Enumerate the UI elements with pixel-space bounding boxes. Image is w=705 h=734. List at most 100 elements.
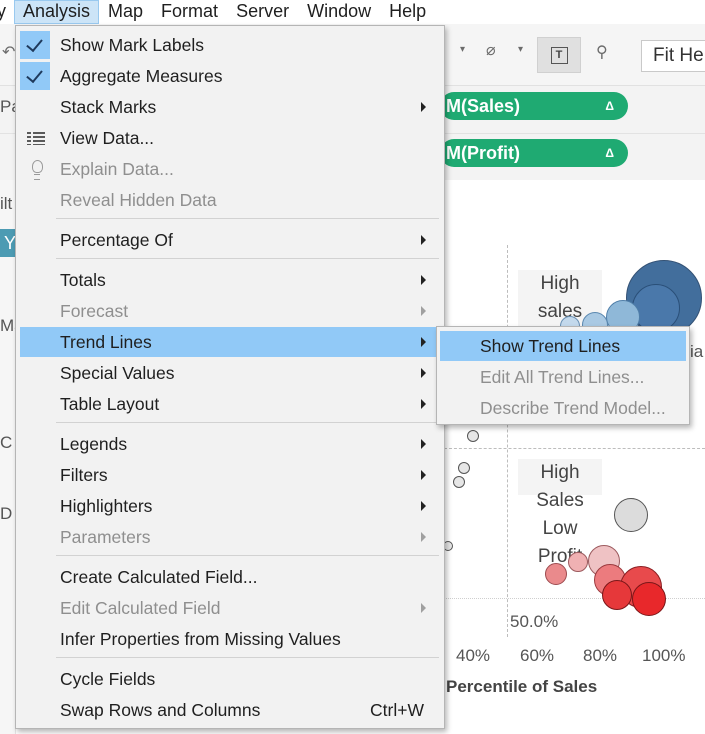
menu-label: Show Trend Lines xyxy=(480,336,621,356)
menu-label: Show Mark Labels xyxy=(60,35,204,55)
sales-pill[interactable]: M(Sales) Δ xyxy=(440,92,628,120)
submenu-arrow-icon xyxy=(421,439,426,449)
menu-bar: y Analysis Map Format Server Window Help xyxy=(0,0,705,24)
menu-label: Totals xyxy=(60,270,106,290)
menu-label: Parameters xyxy=(60,527,151,547)
menu-label: Highlighters xyxy=(60,496,153,516)
menu-item-map[interactable]: Map xyxy=(99,0,152,24)
menu-aggregate-measures[interactable]: Aggregate Measures xyxy=(20,61,440,91)
menu-item-window[interactable]: Window xyxy=(298,0,380,24)
menu-legends[interactable]: Legends xyxy=(20,429,440,459)
check-icon xyxy=(20,31,50,59)
menu-label: Trend Lines xyxy=(60,332,152,352)
menu-edit-calculated-field: Edit Calculated Field xyxy=(20,593,440,623)
table-icon xyxy=(27,132,45,145)
menu-trend-lines[interactable]: Trend Lines xyxy=(20,327,440,357)
menu-forecast: Forecast xyxy=(20,296,440,326)
clipped-label: ia xyxy=(690,342,704,361)
data-bubble[interactable] xyxy=(632,284,680,332)
menu-infer-properties[interactable]: Infer Properties from Missing Values xyxy=(20,624,440,654)
data-bubble[interactable] xyxy=(467,430,479,442)
x-axis-title: Percentile of Sales xyxy=(446,677,598,696)
menu-create-calculated-field[interactable]: Create Calculated Field... xyxy=(20,562,440,592)
reference-line-horizontal xyxy=(444,448,705,449)
menu-separator xyxy=(56,555,439,556)
menu-special-values[interactable]: Special Values xyxy=(20,358,440,388)
menu-item-query[interactable]: y xyxy=(0,0,14,24)
menu-separator xyxy=(56,657,439,658)
menu-label: Stack Marks xyxy=(60,97,157,117)
data-bubble[interactable] xyxy=(453,476,465,488)
submenu-arrow-icon xyxy=(421,337,426,347)
submenu-arrow-icon xyxy=(421,306,426,316)
profit-pill[interactable]: M(Profit) Δ xyxy=(440,139,628,167)
menu-item-help[interactable]: Help xyxy=(380,0,435,24)
data-bubble[interactable] xyxy=(568,552,588,572)
submenu-arrow-icon xyxy=(421,235,426,245)
detail-label: D xyxy=(0,504,13,523)
submenu-arrow-icon xyxy=(421,275,426,285)
x-tick-label: 100% xyxy=(642,646,686,665)
submenu-arrow-icon xyxy=(421,368,426,378)
menu-label: Forecast xyxy=(60,301,129,321)
menu-stack-marks[interactable]: Stack Marks xyxy=(20,92,440,122)
menu-percentage-of[interactable]: Percentage Of xyxy=(20,225,440,255)
menu-filters[interactable]: Filters xyxy=(20,460,440,490)
lightbulb-icon xyxy=(32,160,43,180)
submenu-edit-all-trend-lines: Edit All Trend Lines... xyxy=(440,362,686,392)
color-label: C xyxy=(0,433,13,452)
trend-lines-submenu: Show Trend Lines Edit All Trend Lines...… xyxy=(436,326,690,425)
menu-totals[interactable]: Totals xyxy=(20,265,440,295)
menu-separator xyxy=(56,218,439,219)
data-bubble[interactable] xyxy=(458,462,470,474)
menu-show-mark-labels[interactable]: Show Mark Labels xyxy=(20,30,440,60)
menu-item-server[interactable]: Server xyxy=(227,0,298,24)
filters-label: ilt xyxy=(0,194,13,213)
undo-icon[interactable]: ↶ xyxy=(2,42,15,62)
delta-icon: Δ xyxy=(605,146,614,160)
paperclip-icon[interactable]: ⌀ xyxy=(486,40,496,60)
menu-cycle-fields[interactable]: Cycle Fields xyxy=(20,664,440,694)
menu-table-layout[interactable]: Table Layout xyxy=(20,389,440,419)
menu-label: Infer Properties from Missing Values xyxy=(60,629,341,649)
pin-icon[interactable]: ⚲ xyxy=(596,42,608,62)
text-label-icon: T xyxy=(550,46,568,64)
reference-value-label: 50.0% xyxy=(510,612,559,631)
menu-label: Filters xyxy=(60,465,108,485)
menu-highlighters[interactable]: Highlighters xyxy=(20,491,440,521)
menu-label: Swap Rows and Columns xyxy=(60,700,261,720)
menu-view-data[interactable]: View Data... xyxy=(20,123,440,153)
menu-separator xyxy=(56,258,439,259)
chevron-down-icon[interactable]: ▾ xyxy=(460,44,465,55)
menu-label: Legends xyxy=(60,434,128,454)
submenu-arrow-icon xyxy=(421,532,426,542)
menu-label: Table Layout xyxy=(60,394,160,414)
submenu-show-trend-lines[interactable]: Show Trend Lines xyxy=(440,331,686,361)
submenu-arrow-icon xyxy=(421,102,426,112)
menu-item-format[interactable]: Format xyxy=(152,0,227,24)
shortcut-label: Ctrl+W xyxy=(370,700,424,720)
submenu-arrow-icon xyxy=(421,470,426,480)
analysis-menu: Show Mark Labels Aggregate Measures Stac… xyxy=(15,25,445,729)
menu-label: Create Calculated Field... xyxy=(60,567,258,587)
menu-label: Special Values xyxy=(60,363,175,383)
menu-label: Percentage Of xyxy=(60,230,173,250)
data-bubble[interactable] xyxy=(545,563,567,585)
submenu-arrow-icon xyxy=(421,603,426,613)
menu-swap-rows-columns[interactable]: Swap Rows and Columns Ctrl+W xyxy=(20,695,440,725)
show-labels-button[interactable]: T xyxy=(537,37,581,73)
submenu-describe-trend-model: Describe Trend Model... xyxy=(440,393,686,423)
data-bubble[interactable] xyxy=(614,498,648,532)
menu-label: Edit Calculated Field xyxy=(60,598,221,618)
data-bubble[interactable] xyxy=(632,582,666,616)
menu-label: Cycle Fields xyxy=(60,669,156,689)
chevron-down-icon[interactable]: ▾ xyxy=(518,44,523,55)
year-filter-pill[interactable]: Y xyxy=(0,229,16,257)
profit-pill-label: M(Profit) xyxy=(446,143,520,163)
submenu-arrow-icon xyxy=(421,501,426,511)
data-bubble[interactable] xyxy=(602,580,632,610)
menu-label: Explain Data... xyxy=(60,159,174,179)
x-tick-label: 60% xyxy=(520,646,555,665)
fit-dropdown[interactable]: Fit He xyxy=(641,40,705,72)
menu-item-analysis[interactable]: Analysis xyxy=(14,0,100,24)
